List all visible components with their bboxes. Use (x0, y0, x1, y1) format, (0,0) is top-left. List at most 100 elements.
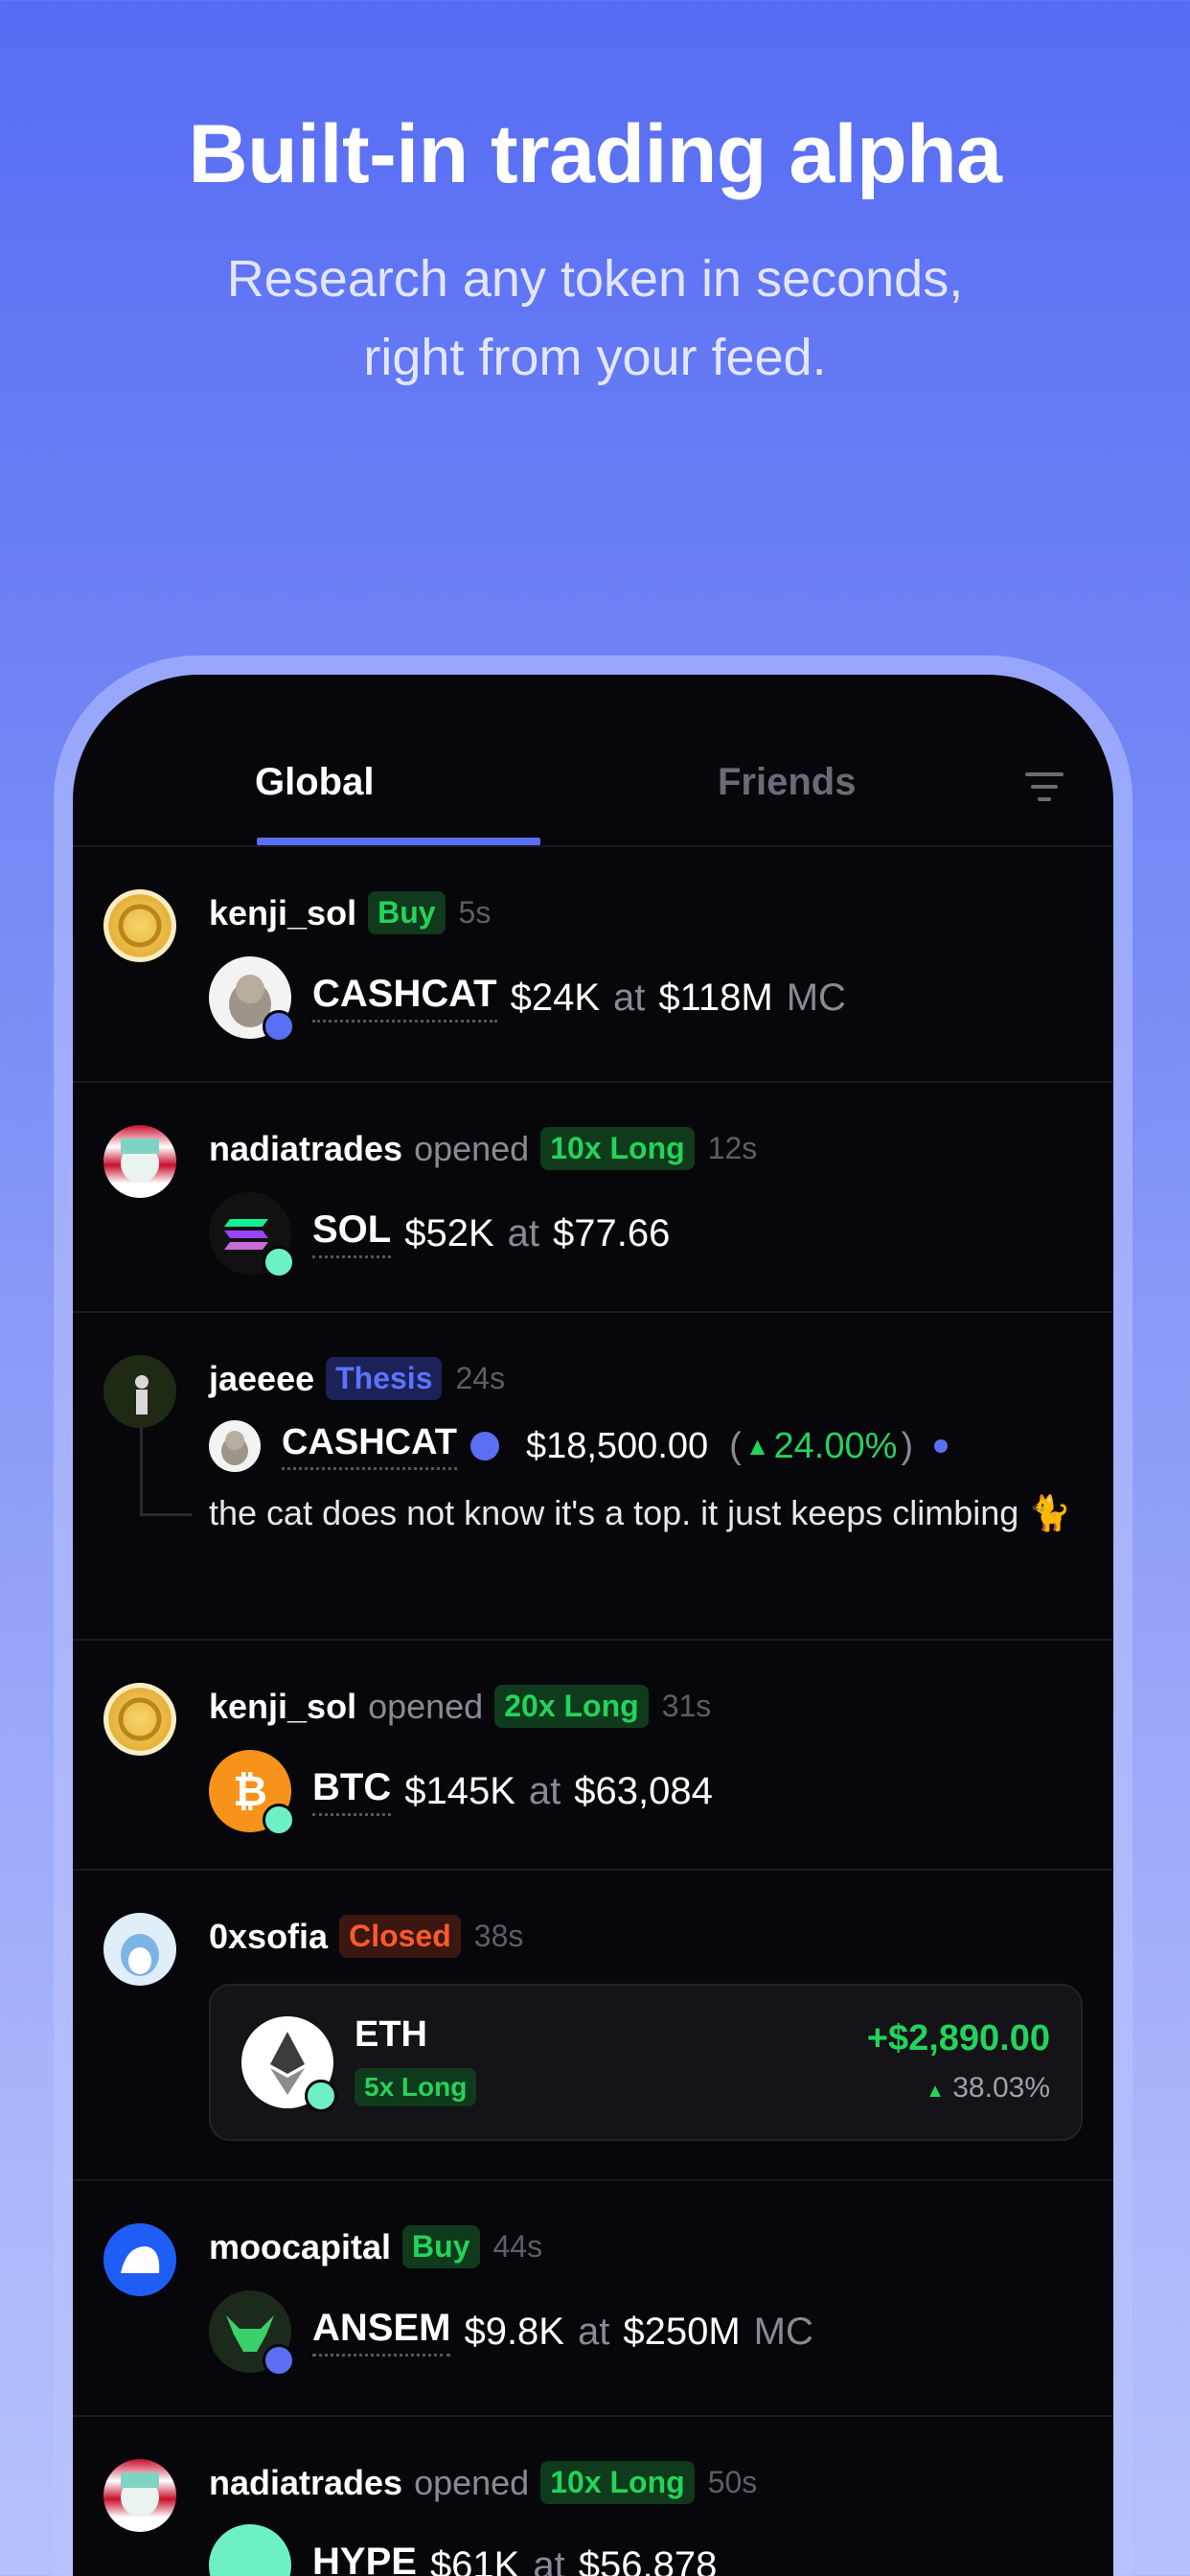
active-tab-indicator (257, 838, 540, 845)
action-verb: opened (368, 1686, 484, 1726)
mc-label: MC (753, 2310, 813, 2353)
avatar[interactable] (103, 1913, 176, 1986)
token-icon[interactable] (209, 956, 295, 1043)
verified-icon (469, 1432, 499, 1460)
hero-subtitle-line-2: right from your feed. (363, 329, 827, 386)
avatar[interactable] (103, 2459, 176, 2532)
token-ticker[interactable]: ETH (355, 2014, 427, 2056)
token-price: $18,500.00 (525, 1425, 709, 1466)
thread-line (140, 1428, 192, 1516)
hero-subtitle-line-1: Research any token in seconds, (226, 250, 964, 308)
timestamp: 44s (492, 2229, 543, 2264)
trade-price: $56,878 (578, 2543, 718, 2576)
token-icon[interactable] (209, 1420, 261, 1472)
verified-badge-icon (263, 2344, 295, 2377)
avatar[interactable] (103, 1683, 176, 1756)
token-ticker[interactable]: CASHCAT (312, 973, 497, 1023)
exchange-icon (263, 1804, 295, 1836)
up-arrow-icon: ▲ (744, 1431, 770, 1460)
avatar[interactable] (103, 1355, 176, 1428)
price-change: 24.00% (773, 1425, 898, 1466)
phone-screen: Global Friends kenji_sol Buy 5s CASHCAT (73, 675, 1113, 2576)
live-dot-icon (934, 1439, 949, 1453)
action-verb: opened (414, 1128, 530, 1168)
token-ticker[interactable]: BTC (312, 1766, 392, 1816)
avatar[interactable] (103, 889, 176, 962)
token-ticker[interactable]: ANSEM (312, 2307, 451, 2357)
token-icon[interactable] (209, 1192, 295, 1278)
trade-amount: $145K (404, 1769, 515, 1812)
pnl-percent: 38.03% (952, 2072, 1050, 2104)
trade-price: $118M (658, 976, 773, 1019)
pnl-value: +$2,890.00 (866, 2018, 1050, 2058)
username[interactable]: kenji_sol (209, 1687, 356, 1727)
avatar[interactable] (103, 1125, 176, 1198)
verified-badge-icon (263, 1010, 295, 1043)
trade-amount: $9.8K (464, 2310, 564, 2353)
feed-tabs: Global Friends (73, 675, 1113, 847)
status-badge: 10x Long (540, 1127, 695, 1170)
svg-text:₿: ₿ (233, 1767, 267, 1816)
timestamp: 24s (455, 1361, 506, 1395)
change-close-paren: ) (901, 1425, 914, 1466)
tab-friends[interactable]: Friends (718, 761, 856, 804)
trade-amount: $61K (429, 2543, 520, 2576)
timestamp: 12s (707, 1131, 758, 1165)
position-badge: 5x Long (355, 2068, 477, 2106)
penguin-avatar-icon (121, 1934, 159, 1976)
status-badge: Buy (402, 2225, 480, 2268)
avatar[interactable] (103, 2223, 176, 2296)
username[interactable]: jaeeee (209, 1359, 314, 1399)
token-ticker[interactable]: HYPE (312, 2541, 417, 2576)
feed-item[interactable]: moocapital Buy 44s ANSEM $9.8K at $250M … (73, 2181, 1113, 2417)
anime-avatar-icon (121, 1138, 159, 1183)
feed-item[interactable]: kenji_sol opened 20x Long 31s ₿ BTC $145… (73, 1641, 1113, 1871)
filter-icon[interactable] (1025, 772, 1064, 805)
trade-amount: $24K (510, 976, 600, 1019)
feed-item[interactable]: jaeeee Thesis 24s CASHCAT $18,500.00 ( ▲… (73, 1313, 1113, 1641)
trade-amount: $52K (404, 1211, 494, 1254)
username[interactable]: kenji_sol (209, 893, 356, 933)
username[interactable]: nadiatrades (209, 2463, 402, 2503)
token-ticker[interactable]: SOL (312, 1208, 392, 1258)
feed-item[interactable]: 0xsofia Closed 38s ETH 5x Long +$2,890.0… (73, 1871, 1113, 2181)
coin-icon (118, 904, 162, 948)
up-arrow-icon: ▲ (926, 2081, 945, 2102)
trade-price: $250M (623, 2310, 741, 2353)
username[interactable]: moocapital (209, 2227, 391, 2267)
at-label: at (528, 1769, 561, 1812)
hero-title: Built-in trading alpha (188, 108, 1002, 200)
feed-item[interactable]: nadiatrades opened 10x Long 12s SOL $52K… (73, 1083, 1113, 1313)
hero-subtitle: Research any token in seconds, right fro… (0, 240, 1190, 397)
timestamp: 38s (473, 1919, 524, 1953)
trade-price: $77.66 (553, 1211, 671, 1254)
forest-avatar-icon (135, 1375, 149, 1414)
trade-price: $63,084 (574, 1769, 713, 1812)
token-ticker[interactable]: CASHCAT (282, 1422, 457, 1470)
timestamp: 31s (661, 1689, 712, 1723)
username[interactable]: nadiatrades (209, 1129, 402, 1169)
thesis-text: the cat does not know it's a top. it jus… (209, 1493, 1072, 1532)
feed-item[interactable]: kenji_sol Buy 5s CASHCAT $24K at $118M M… (73, 847, 1113, 1083)
mc-label: MC (786, 976, 846, 1019)
tab-global[interactable]: Global (255, 761, 374, 804)
action-verb: opened (414, 2462, 530, 2502)
timestamp: 50s (707, 2465, 758, 2499)
username[interactable]: 0xsofia (209, 1917, 328, 1957)
at-label: at (507, 1211, 540, 1254)
change-open-paren: ( (729, 1425, 742, 1466)
feed-item[interactable]: nadiatrades opened 10x Long 50s HYPE $61… (73, 2417, 1113, 2576)
at-label: at (533, 2543, 565, 2576)
token-icon[interactable] (209, 2290, 295, 2377)
position-card[interactable]: ETH 5x Long +$2,890.00 ▲ 38.03% (209, 1984, 1083, 2141)
exchange-icon (263, 1246, 295, 1278)
token-icon[interactable] (241, 2016, 337, 2112)
token-icon[interactable] (209, 2524, 291, 2576)
timestamp: 5s (458, 895, 492, 930)
cat-icon (221, 1431, 248, 1465)
at-label: at (613, 976, 646, 1019)
token-icon[interactable]: ₿ (209, 1750, 295, 1836)
pnl-percent-row: ▲ 38.03% (926, 2072, 1050, 2104)
anime-avatar-icon (121, 2472, 159, 2517)
status-badge: 10x Long (540, 2461, 695, 2504)
